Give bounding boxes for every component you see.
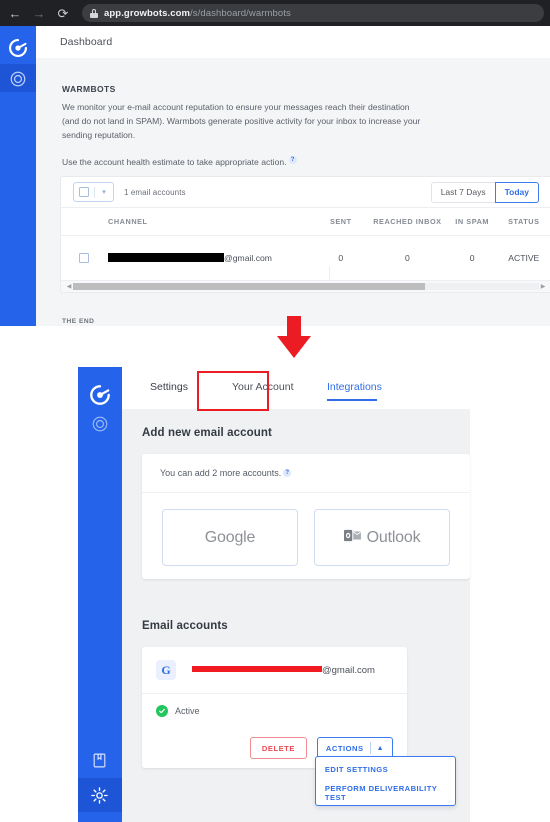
question-mark-icon[interactable]: ? xyxy=(283,469,292,477)
column-header-in-spam: IN SPAM xyxy=(455,217,490,226)
warmbots-intro: WARMBOTS We monitor your e-mail account … xyxy=(62,84,422,169)
address-bar[interactable]: app.growbots.com/s/dashboard/warmbots xyxy=(82,4,544,22)
scrollbar-thumb[interactable] xyxy=(73,283,425,290)
top-sidebar xyxy=(0,26,36,326)
forward-arrow-icon[interactable]: → xyxy=(28,2,50,24)
integrations-highlight-annotation xyxy=(197,371,269,411)
chevron-down-icon[interactable]: ▾ xyxy=(95,188,113,196)
menu-item-perform-deliverability-test[interactable]: PERFORM DELIVERABILITY TEST xyxy=(316,781,455,805)
growbots-logo-icon[interactable] xyxy=(8,38,28,63)
row-sent: 0 xyxy=(338,253,344,263)
outlook-icon xyxy=(343,528,362,548)
row-channel: @gmail.com xyxy=(106,253,314,263)
dashboard-content: WARMBOTS We monitor your e-mail account … xyxy=(36,58,550,326)
table-header-row: CHANNEL SENT REACHED INBOX IN SPAM STATU… xyxy=(61,208,550,236)
date-range-toggle: Last 7 Days Today xyxy=(430,181,539,203)
row-channel-suffix: @gmail.com xyxy=(224,253,272,263)
book-icon[interactable] xyxy=(91,752,108,774)
column-header-sent: SENT xyxy=(329,217,352,226)
scrollbar-track[interactable] xyxy=(73,283,539,290)
redacted-email-bar xyxy=(108,253,225,262)
question-mark-icon[interactable]: ? xyxy=(288,155,297,164)
page-title: Dashboard xyxy=(60,36,113,48)
target-circle-icon[interactable] xyxy=(9,70,27,93)
integrations-panel: Add new email account You can add 2 more… xyxy=(122,409,470,822)
row-status: ACTIVE xyxy=(508,253,540,263)
browser-nav-buttons: ← → ⟳ xyxy=(0,2,74,24)
tab-active-underline xyxy=(327,399,377,401)
outlook-provider-button[interactable]: Outlook xyxy=(314,509,450,566)
actions-dropdown-menu: EDIT SETTINGS PERFORM DELIVERABILITY TES… xyxy=(314,756,456,806)
redacted-email-bar xyxy=(192,665,322,672)
google-label: Google xyxy=(204,528,256,546)
warmbots-table-card: ▾ 1 email accounts Last 7 Days Today CHA… xyxy=(60,176,550,293)
column-header-reached-inbox: REACHED INBOX xyxy=(373,217,442,226)
settings-app-window: Settings Your Account Integrations Add n… xyxy=(78,367,470,822)
browser-toolbar: ← → ⟳ app.growbots.com/s/dashboard/warmb… xyxy=(0,0,550,26)
warmbots-heading: WARMBOTS xyxy=(62,84,116,94)
triangle-left-icon[interactable]: ◀ xyxy=(65,283,73,290)
range-today-button[interactable]: Today xyxy=(494,181,539,203)
account-header: G @gmail.com xyxy=(142,647,407,694)
reload-icon[interactable]: ⟳ xyxy=(52,2,74,24)
down-arrow-annotation xyxy=(276,316,312,359)
warmbots-paragraph-2-text: Use the account health estimate to take … xyxy=(62,156,287,167)
range-last-7-days-button[interactable]: Last 7 Days xyxy=(430,181,496,203)
growbots-logo-icon[interactable] xyxy=(89,384,111,411)
check-circle-icon xyxy=(156,705,168,717)
google-provider-button[interactable]: Google xyxy=(162,509,298,566)
table-toolbar: ▾ 1 email accounts Last 7 Days Today xyxy=(61,177,550,208)
tab-settings[interactable]: Settings xyxy=(150,381,188,393)
checkbox-icon[interactable] xyxy=(74,187,94,197)
tab-integrations[interactable]: Integrations xyxy=(327,381,382,393)
outlook-label: Outlook xyxy=(366,528,421,546)
account-quota-text: You can add 2 more accounts. xyxy=(160,468,282,478)
url-text: app.growbots.com/s/dashboard/warmbots xyxy=(104,8,291,19)
account-status-label: Active xyxy=(175,706,200,716)
provider-buttons: Google Outlook xyxy=(142,493,470,566)
table-horizontal-scrollbar[interactable]: ◀ ▶ xyxy=(61,280,550,292)
warmbots-paragraph: We monitor your e-mail account reputatio… xyxy=(62,102,421,141)
target-circle-icon[interactable] xyxy=(91,415,109,438)
column-header-status: STATUS xyxy=(508,217,540,226)
delete-button[interactable]: DELETE xyxy=(249,737,307,759)
email-accounts-count: 1 email accounts xyxy=(124,187,186,197)
settings-tabs-bar: Settings Your Account Integrations xyxy=(122,367,470,410)
menu-item-edit-settings[interactable]: EDIT SETTINGS xyxy=(316,757,455,781)
url-host: app.growbots.com xyxy=(104,7,191,19)
email-accounts-title: Email accounts xyxy=(142,620,228,632)
account-email-suffix: @gmail.com xyxy=(322,664,375,676)
back-arrow-icon[interactable]: ← xyxy=(4,2,26,24)
account-email: @gmail.com xyxy=(192,665,375,676)
account-action-buttons: DELETE ACTIONS ▲ EDIT SETTINGS PERFORM D… xyxy=(142,728,456,806)
account-quota-note: You can add 2 more accounts.? xyxy=(142,454,470,493)
google-icon: G xyxy=(156,660,176,680)
row-reached-inbox: 0 xyxy=(405,253,410,263)
add-new-email-account-title: Add new email account xyxy=(142,427,272,439)
dashboard-topbar: Dashboard xyxy=(36,26,550,59)
gear-icon[interactable] xyxy=(90,786,109,810)
actions-label: ACTIONS xyxy=(325,743,364,753)
account-status: Active xyxy=(142,694,407,728)
warmbots-paragraph-2: Use the account health estimate to take … xyxy=(62,155,422,169)
select-all-control[interactable]: ▾ xyxy=(73,182,114,202)
add-email-account-card: You can add 2 more accounts.? Google Out… xyxy=(142,454,470,579)
lock-icon xyxy=(90,8,98,18)
bottom-sidebar xyxy=(78,367,122,822)
email-account-card: G @gmail.com Active DELETE ACTIONS ▲ EDI… xyxy=(142,647,456,806)
row-in-spam: 0 xyxy=(469,253,475,263)
column-header-channel: CHANNEL xyxy=(108,217,148,226)
the-end-label: THE END xyxy=(62,318,95,325)
chevron-up-icon: ▲ xyxy=(376,744,384,752)
table-row[interactable]: @gmail.com 0 0 0 ACTIVE xyxy=(61,236,550,280)
url-path: /s/dashboard/warmbots xyxy=(190,7,291,19)
row-checkbox[interactable] xyxy=(61,253,106,263)
triangle-right-icon[interactable]: ▶ xyxy=(539,283,547,290)
